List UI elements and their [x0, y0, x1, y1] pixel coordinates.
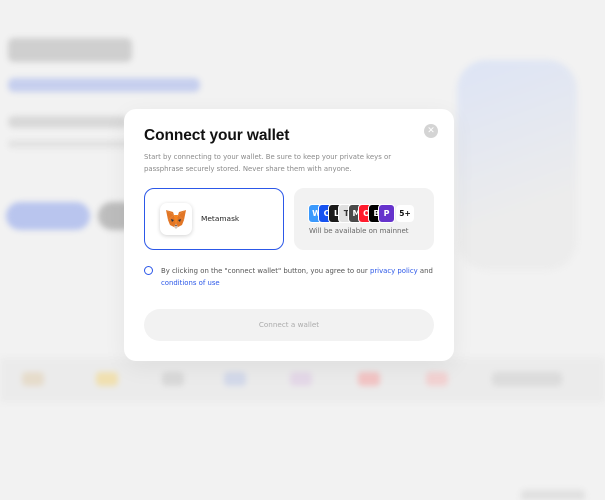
terms-text: By clicking on the "connect wallet" butt… — [161, 265, 439, 289]
background-illustration — [457, 60, 577, 270]
close-icon[interactable]: ✕ — [424, 124, 438, 138]
background-partner-logo — [426, 372, 448, 386]
background-subtitle — [8, 116, 128, 128]
background-footer-element — [521, 490, 585, 500]
background-link — [8, 78, 200, 92]
metamask-label: Metamask — [201, 214, 240, 223]
connect-wallet-button[interactable]: Connect a wallet — [144, 309, 434, 341]
terms-radio[interactable] — [144, 266, 153, 275]
modal-description: Start by connecting to your wallet. Be s… — [144, 153, 392, 173]
background-partner-logo — [290, 372, 312, 386]
portis-icon: P — [379, 205, 394, 222]
terms-text-and: and — [417, 267, 433, 275]
wallet-icons-group: W C L T M O B P 5+ — [309, 205, 419, 222]
privacy-policy-link[interactable]: privacy policy — [370, 267, 418, 275]
modal-title: Connect your wallet — [144, 127, 290, 144]
background-partner-logo — [492, 372, 562, 386]
terms-text-prefix: By clicking on the "connect wallet" butt… — [161, 267, 370, 275]
background-partner-logo — [224, 372, 246, 386]
connect-wallet-modal: Connect your wallet ✕ Start by connectin… — [124, 109, 454, 361]
background-partner-logo — [358, 372, 380, 386]
other-wallets-option: W C L T M O B P 5+ Will be available on mainnet — [294, 188, 434, 250]
conditions-of-use-link[interactable]: conditions of use — [161, 279, 220, 287]
background-title — [8, 38, 132, 62]
background-partner-logo — [162, 372, 184, 386]
background-partner-logo — [96, 372, 118, 386]
background-partner-logo — [22, 372, 44, 386]
metamask-fox-icon — [160, 203, 192, 235]
more-wallets-badge: 5+ — [396, 205, 414, 222]
background-primary-button — [6, 202, 90, 230]
metamask-option[interactable]: Metamask — [144, 188, 284, 250]
mainnet-caption: Will be available on mainnet — [309, 227, 409, 235]
